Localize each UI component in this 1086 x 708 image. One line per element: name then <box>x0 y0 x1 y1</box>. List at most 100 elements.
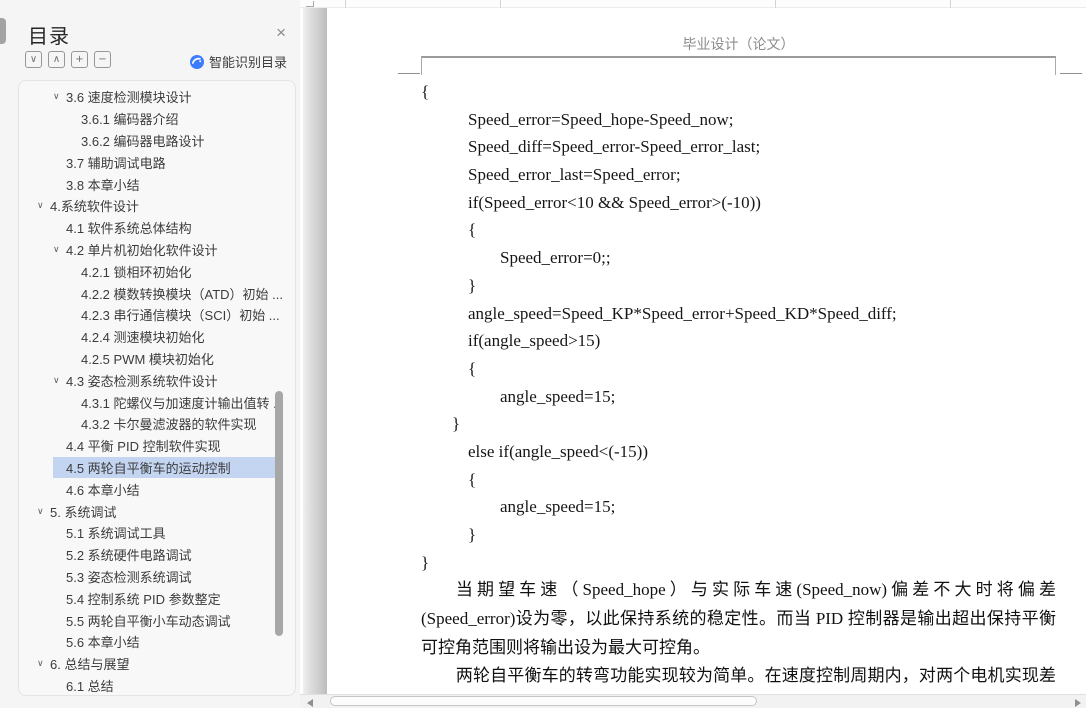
top-ruler-strip <box>300 0 1086 8</box>
toc-item-label: 4.4 平衡 PID 控制软件实现 <box>66 439 221 455</box>
close-icon[interactable]: × <box>276 24 286 41</box>
toc-item-label: 6. 总结与展望 <box>50 657 130 673</box>
toc-item[interactable]: ∨ 5. 系统调试 <box>37 500 283 522</box>
code-line: { <box>468 358 477 378</box>
body-paragraphs: 当期望车速（Speed_hope）与实际车速(Speed_now)偏差不大时将偏… <box>421 576 1056 708</box>
ruler-tick <box>500 0 501 8</box>
document-page: 毕业设计（论文） {Speed_error=Speed_hope-Speed_n… <box>327 8 1086 708</box>
panel-title: 目录 <box>28 26 70 48</box>
toc-item[interactable]: ∨3.7 辅助调试电路 <box>53 151 283 173</box>
toc-item-label: 4.3.2 卡尔曼滤波器的软件实现 <box>81 417 257 433</box>
code-line: } <box>421 552 430 572</box>
smart-toc-label: 智能识别目录 <box>208 55 287 70</box>
toc-container: ∨3.6 速度检测模块设计3.6.1 编码器介绍3.6.2 编码器电路设计∨3.… <box>18 80 296 696</box>
code-line: if(angle_speed>15) <box>468 331 601 351</box>
toc-item-label: 4.1 软件系统总体结构 <box>66 221 192 237</box>
ai-icon <box>189 54 204 69</box>
collapse-node-button[interactable]: − <box>94 51 111 68</box>
page-edge-shadow <box>303 8 327 694</box>
toc-item[interactable]: ∨5.6 本章小结 <box>53 631 283 653</box>
document-content: { Speed_error=Speed_hope-Speed_now; Speed_… <box>421 78 1056 708</box>
smart-toc-button[interactable]: 智能识别目录 <box>189 52 287 71</box>
code-line: Speed_error=Speed_hope-Speed_now; <box>468 109 734 129</box>
toc-item-label: 4.5 两轮自平衡车的运动控制 <box>66 460 231 476</box>
header-rule <box>421 56 1056 75</box>
toc-item[interactable]: ∨5.1 系统调试工具 <box>53 522 283 544</box>
toc-item[interactable]: ∨4.5 两轮自平衡车的运动控制 <box>53 456 283 479</box>
code-line: { <box>421 82 430 101</box>
app-window: 目录 × ∨ ∧ + − 智能识别目录 ∨ 3.6 速度检测模块设计 3.6.1 编… <box>0 0 1086 708</box>
code-line: Speed_error_last=Speed_error; <box>468 165 681 185</box>
toc-item[interactable]: ∨4.4 平衡 PID 控制软件实现 <box>53 435 283 457</box>
ruler-tick <box>345 0 346 8</box>
scroll-left-icon[interactable] <box>307 699 313 707</box>
toc-item[interactable]: ∨5.5 两轮自平衡小车动态调试 <box>53 609 283 631</box>
toc-item[interactable]: 4.3.2 卡尔曼滤波器的软件实现 <box>81 413 283 435</box>
margin-mark-right <box>1060 73 1082 74</box>
ruler-corner-mark <box>306 1 314 7</box>
toc-item[interactable]: ∨ 6. 总结与展望 <box>37 653 283 675</box>
chevron-down-icon[interactable]: ∨ <box>37 506 50 517</box>
toc-item-label: 5.3 姿态检测系统调试 <box>66 569 192 585</box>
toc-item[interactable]: 4.2.2 模数转换模块（ATD）初始 ... <box>81 282 283 304</box>
chevron-down-icon[interactable]: ∨ <box>37 200 50 211</box>
toc-item-label: 3.8 本章小结 <box>66 177 140 193</box>
toc-item-label: 4.2.5 PWM 模块初始化 <box>81 351 214 367</box>
expand-all-button[interactable]: ∨ <box>25 51 42 68</box>
chevron-down-icon[interactable]: ∨ <box>53 91 66 102</box>
ruler-tick <box>950 0 951 8</box>
toc-item[interactable]: ∨4.6 本章小结 <box>53 478 283 500</box>
toc-item[interactable]: ∨6.1 总结 <box>53 675 283 695</box>
toc-item[interactable]: ∨ 4.系统软件设计 <box>37 195 283 217</box>
code-line: if(Speed_error<10 && Speed_error>(-10)) <box>468 192 761 212</box>
toc-item[interactable]: ∨ 3.6 速度检测模块设计 <box>53 86 283 108</box>
toc-item-label: 4.2.1 锁相环初始化 <box>81 264 192 280</box>
toc-item[interactable]: 4.3.1 陀螺仪与加速度计输出值转 ... <box>81 391 283 413</box>
toc-item[interactable]: ∨5.4 控制系统 PID 参数整定 <box>53 587 283 609</box>
toc-item[interactable]: ∨3.8 本章小结 <box>53 173 283 195</box>
toc-item[interactable]: 4.2.1 锁相环初始化 <box>81 260 283 282</box>
toc-item-label: 3.6 速度检测模块设计 <box>66 90 192 106</box>
code-line: { <box>468 220 477 240</box>
toc-item-label: 4.3.1 陀螺仪与加速度计输出值转 ... <box>81 395 283 411</box>
toc-item[interactable]: ∨ 4.2 单片机初始化软件设计 <box>53 239 283 261</box>
code-line: { <box>468 469 477 489</box>
code-line: angle_speed=15; <box>500 497 616 517</box>
toc-toolbar: ∨ ∧ + − <box>25 51 111 68</box>
toc-item-label: 4.2.2 模数转换模块（ATD）初始 ... <box>81 286 283 302</box>
code-line: } <box>468 275 477 295</box>
toc-item-label: 4.2 单片机初始化软件设计 <box>66 242 218 258</box>
toc-item[interactable]: ∨5.3 姿态检测系统调试 <box>53 566 283 588</box>
toc-item-label: 6.1 总结 <box>66 678 114 694</box>
code-line: angle_speed=15; <box>500 386 616 406</box>
toc-item[interactable]: ∨5.2 系统硬件电路调试 <box>53 544 283 566</box>
toc-item[interactable]: 4.2.4 测速模块初始化 <box>81 326 283 348</box>
scroll-right-icon[interactable] <box>1075 699 1081 707</box>
code-line: Speed_diff=Speed_error-Speed_error_last; <box>468 137 761 157</box>
horizontal-scrollbar[interactable] <box>300 694 1086 708</box>
toc-item-label: 4.系统软件设计 <box>50 199 139 215</box>
code-line: Speed_error=0;; <box>500 248 611 268</box>
toc-item-label: 3.7 辅助调试电路 <box>66 155 166 171</box>
toc-scrollbar[interactable] <box>275 391 283 636</box>
toc-item[interactable]: ∨4.1 软件系统总体结构 <box>53 217 283 239</box>
toc-item[interactable]: ∨ 4.3 姿态检测系统软件设计 <box>53 369 283 391</box>
toc-item[interactable]: 4.2.5 PWM 模块初始化 <box>81 348 283 370</box>
toc-item[interactable]: 4.2.3 串行通信模块（SCI）初始 ... <box>81 304 283 326</box>
code-block: { Speed_error=Speed_hope-Speed_now; Speed_… <box>421 78 1056 576</box>
chevron-down-icon[interactable]: ∨ <box>53 244 66 255</box>
toc-item-label: 4.2.4 测速模块初始化 <box>81 330 205 346</box>
chevron-down-icon[interactable]: ∨ <box>37 658 50 669</box>
toc-item-label: 4.2.3 串行通信模块（SCI）初始 ... <box>81 308 280 324</box>
panel-handle[interactable] <box>0 18 6 44</box>
toc-item-label: 5.6 本章小结 <box>66 635 140 651</box>
hscroll-thumb[interactable] <box>330 696 757 706</box>
ruler-tick <box>775 0 776 8</box>
chevron-down-icon[interactable]: ∨ <box>53 375 66 386</box>
code-line: angle_speed=Speed_KP*Speed_error+Speed_K… <box>468 303 897 323</box>
toc-item[interactable]: 3.6.2 编码器电路设计 <box>81 130 283 152</box>
expand-node-button[interactable]: + <box>71 51 88 68</box>
toc-item-label: 5.2 系统硬件电路调试 <box>66 548 192 564</box>
toc-item[interactable]: 3.6.1 编码器介绍 <box>81 108 283 130</box>
collapse-all-button[interactable]: ∧ <box>48 51 65 68</box>
